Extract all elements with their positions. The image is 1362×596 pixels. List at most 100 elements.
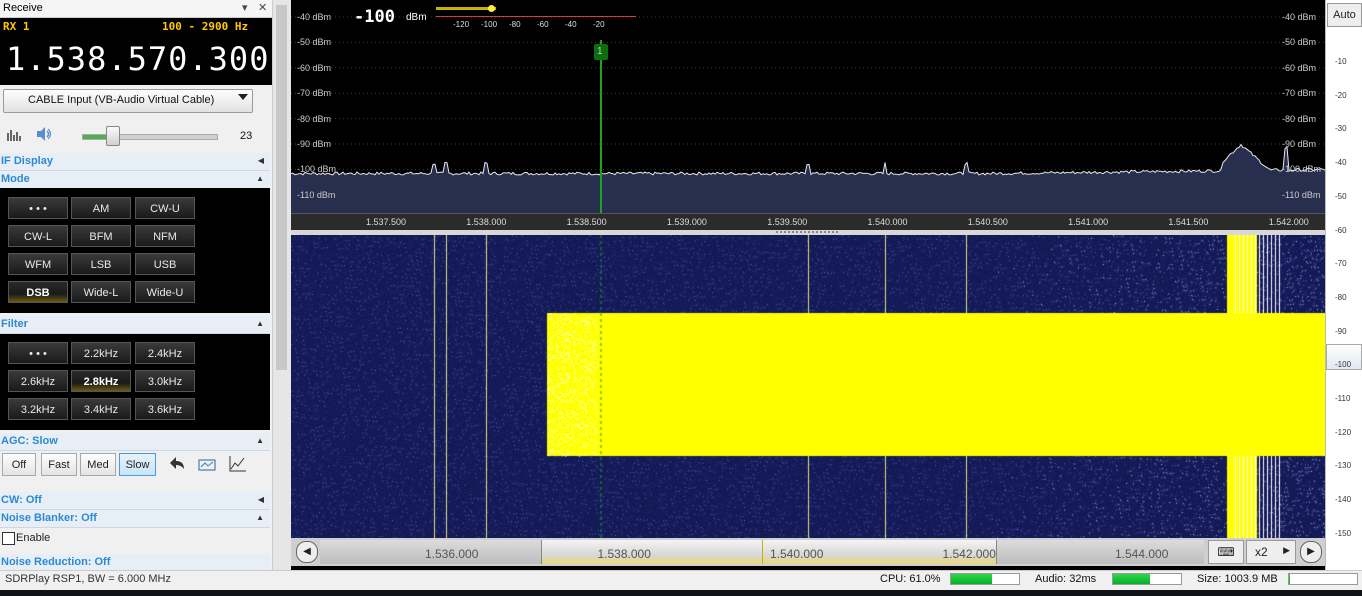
filter-button[interactable]: • • • — [8, 342, 68, 364]
mode-button[interactable]: DSB — [8, 281, 68, 303]
audio-latency-label: Audio: 32ms — [1035, 573, 1097, 585]
filter-button[interactable]: 2.8kHz — [71, 370, 131, 392]
dbm-label-left: -50 dBm — [297, 37, 332, 48]
scale-tick: -80 — [1335, 292, 1347, 302]
filter-button[interactable]: 2.4kHz — [135, 342, 195, 364]
mode-button[interactable]: AM — [71, 197, 131, 219]
section-title: AGC: Slow — [1, 435, 58, 447]
filter-button[interactable]: 2.6kHz — [8, 370, 68, 392]
if-display-section-header[interactable]: IF Display ◀ — [0, 153, 270, 171]
mode-button[interactable]: CW-L — [8, 225, 68, 247]
agc-graph-icon[interactable] — [228, 455, 248, 476]
mode-button[interactable]: USB — [135, 253, 195, 275]
overview-freq-label: 1.536.000 — [425, 547, 479, 561]
mode-button[interactable]: CW-U — [135, 197, 195, 219]
rx-marker-label: 1 — [597, 46, 603, 57]
spectrum-freq-label: 1.541.500 — [1168, 217, 1209, 227]
undo-icon[interactable] — [168, 455, 188, 476]
filter-button[interactable]: 3.2kHz — [8, 398, 68, 420]
mode-button[interactable]: Wide-U — [135, 281, 195, 303]
scroll-left-icon[interactable]: ◀ — [296, 541, 318, 563]
scale-tick: -50 — [1335, 191, 1347, 201]
keyboard-icon[interactable]: ⌨ — [1208, 540, 1244, 564]
section-title: Mode — [1, 173, 30, 185]
volume-slider-thumb[interactable] — [106, 126, 120, 146]
zoom-select[interactable]: x2 ▶ — [1246, 540, 1296, 564]
filter-button[interactable]: 3.0kHz — [135, 370, 195, 392]
dbm-label-right: -110 dBm — [1282, 189, 1321, 200]
spectrum-freq-label: 1.540.500 — [967, 217, 1008, 227]
level-scale-tick: -20 — [593, 20, 605, 29]
level-unit: dBm — [406, 12, 427, 23]
cpu-label: CPU: 61.0% — [880, 573, 941, 585]
scale-tick: -40 — [1335, 158, 1347, 168]
panel-scrollbar[interactable] — [272, 0, 291, 570]
spectrum-freq-label: 1.539.500 — [767, 217, 808, 227]
filter-section-header[interactable]: Filter ▲ — [0, 316, 270, 334]
receiver-display: RX 1 100 - 2900 Hz 1.538.570.300 — [0, 18, 272, 85]
level-value: -100 — [354, 7, 395, 27]
mode-button[interactable]: Wide-L — [71, 281, 131, 303]
scroll-right-icon[interactable]: ▶ — [1300, 541, 1322, 563]
scrollbar-thumb[interactable] — [276, 5, 287, 370]
auto-scale-button[interactable]: Auto — [1327, 3, 1362, 27]
noise-blanker-enable-label: Enable — [16, 532, 51, 544]
noise-blanker-enable-checkbox[interactable] — [2, 532, 15, 545]
agc-button[interactable]: Slow — [119, 453, 156, 476]
dbm-label-left: -110 dBm — [297, 189, 336, 200]
noise-blanker-section-header[interactable]: Noise Blanker: Off ▲ — [0, 510, 270, 528]
audio-device-select[interactable]: CABLE Input (VB-Audio Virtual Cable) — [3, 89, 253, 113]
mode-button[interactable]: LSB — [71, 253, 131, 275]
level-scale-tick: -40 — [565, 20, 577, 29]
cw-section-header[interactable]: CW: Off ◀ — [0, 492, 270, 510]
filter-button[interactable]: 3.4kHz — [71, 398, 131, 420]
speaker-icon[interactable] — [35, 126, 53, 145]
agc-button[interactable]: Med — [80, 453, 116, 476]
filter-button[interactable]: 3.6kHz — [135, 398, 195, 420]
scale-tick: -70 — [1335, 259, 1347, 269]
zoom-value: x2 — [1255, 545, 1268, 559]
close-icon[interactable]: ✕ — [258, 1, 267, 14]
noise-reduction-section-header[interactable]: Noise Reduction: Off — [0, 554, 270, 571]
agc-profile-icon[interactable] — [198, 457, 218, 476]
dbm-label-left: -100 dBm — [297, 164, 337, 175]
waterfall-scale — [1325, 0, 1362, 570]
dbm-label-left: -60 dBm — [297, 62, 332, 73]
dbm-label-right: -50 dBm — [1282, 37, 1317, 48]
section-title: IF Display — [1, 155, 53, 167]
section-title: Noise Reduction: Off — [1, 556, 111, 568]
scale-tick: -120 — [1335, 427, 1352, 437]
level-meter-icon[interactable] — [6, 127, 22, 144]
filter-button[interactable]: 2.2kHz — [71, 342, 131, 364]
overview-freq-label: 1.542.000 — [942, 547, 996, 561]
scale-tick: -150 — [1335, 528, 1352, 538]
dbm-label-right: -100 dBm — [1282, 164, 1322, 175]
scale-tick: -140 — [1335, 495, 1352, 505]
agc-button[interactable]: Off — [2, 453, 36, 476]
spectrum-freq-label: 1.542.000 — [1268, 217, 1309, 227]
agc-button[interactable]: Fast — [41, 453, 77, 476]
mode-button[interactable]: WFM — [8, 253, 68, 275]
size-label: Size: 1003.9 MB — [1197, 573, 1278, 585]
pin-icon[interactable]: ▾ — [242, 1, 248, 14]
panel-titlebar: Receive ▾ ✕ — [0, 0, 272, 18]
section-title: CW: Off — [1, 494, 42, 506]
scale-tick: -100 — [1335, 360, 1352, 370]
panel-title: Receive — [3, 2, 43, 14]
collapse-icon: ▲ — [256, 436, 264, 445]
spectrum-freq-label: 1.538.500 — [566, 217, 607, 227]
overview-freq-label: 1.538.000 — [597, 547, 651, 561]
chevron-down-icon — [238, 94, 248, 100]
mode-button[interactable]: BFM — [71, 225, 131, 247]
frequency-readout[interactable]: 1.538.570.300 — [6, 40, 269, 78]
scale-tick: -130 — [1335, 461, 1352, 471]
mode-button[interactable]: • • • — [8, 197, 68, 219]
mode-button[interactable]: NFM — [135, 225, 195, 247]
mode-section-header[interactable]: Mode ▲ — [0, 171, 270, 189]
chevron-right-icon: ▶ — [1283, 545, 1290, 555]
level-meter-dot — [488, 5, 495, 12]
dbm-label-left: -40 dBm — [297, 12, 332, 22]
spectrum-plot[interactable] — [291, 0, 1325, 213]
waterfall-display[interactable] — [291, 235, 1325, 538]
agc-section-header[interactable]: AGC: Slow ▲ — [0, 433, 270, 451]
